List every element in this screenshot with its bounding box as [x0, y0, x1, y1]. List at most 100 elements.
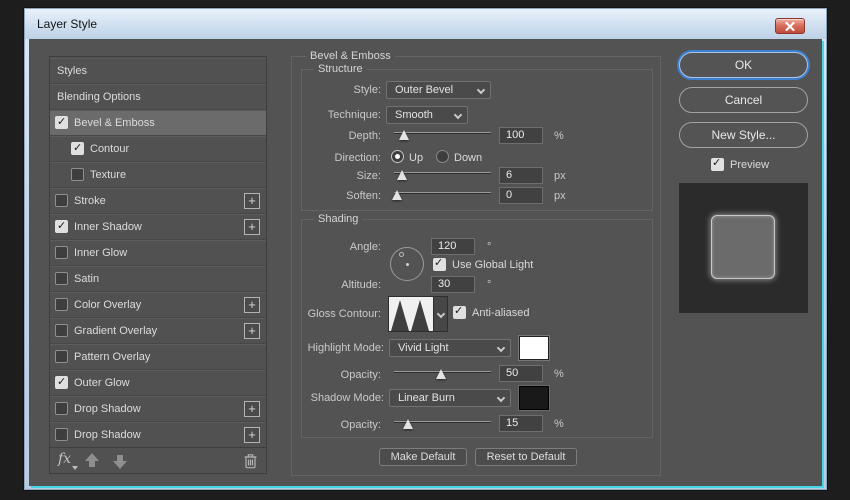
move-effect-down-button[interactable] — [112, 453, 128, 469]
sidebar-item-label: Pattern Overlay — [74, 351, 150, 363]
sidebar-item-texture[interactable]: ✓ Texture — [50, 162, 266, 188]
effect-checkbox[interactable]: ✓ — [55, 194, 68, 207]
sidebar-item-outer-glow[interactable]: ✓ Outer Glow — [50, 370, 266, 396]
angle-label: Angle: — [281, 241, 381, 253]
effect-checkbox[interactable]: ✓ — [55, 350, 68, 363]
sidebar-item-label: Contour — [90, 143, 129, 155]
soften-slider[interactable] — [394, 187, 491, 201]
shadow-color-swatch[interactable] — [519, 386, 549, 410]
gloss-contour-picker[interactable] — [388, 296, 448, 332]
styles-list-toolbar: fx — [50, 447, 266, 473]
highlight-opacity-label: Opacity: — [281, 369, 381, 381]
effect-checkbox[interactable]: ✓ — [55, 272, 68, 285]
sidebar-item-inner-glow[interactable]: ✓Inner Glow — [50, 240, 266, 266]
highlight-opacity-slider[interactable] — [394, 366, 491, 380]
new-style-button[interactable]: New Style... — [679, 122, 808, 148]
technique-label: Technique: — [281, 109, 381, 121]
add-effect-instance-button[interactable]: + — [244, 401, 260, 417]
sidebar-item-color-overlay[interactable]: ✓Color Overlay+ — [50, 292, 266, 318]
sidebar-item-drop-shadow[interactable]: ✓Drop Shadow+ — [50, 396, 266, 422]
sidebar-item-label: Texture — [90, 169, 126, 181]
add-effect-instance-button[interactable]: + — [244, 427, 260, 443]
slider-thumb[interactable] — [436, 369, 446, 379]
direction-up-radio[interactable] — [391, 150, 404, 163]
layer-style-dialog: Layer Style Styles Blending Options ✓ Bevel… — [24, 8, 827, 490]
sidebar-item-inner-shadow[interactable]: ✓Inner Shadow+ — [50, 214, 266, 240]
effect-checkbox[interactable]: ✓ — [55, 324, 68, 337]
sidebar-item-label: Styles — [57, 65, 87, 77]
delete-effect-button[interactable] — [243, 452, 259, 470]
close-button[interactable] — [775, 18, 805, 34]
highlight-opacity-input[interactable]: 50 — [499, 365, 543, 382]
size-slider[interactable] — [394, 167, 491, 181]
shadow-opacity-slider[interactable] — [394, 416, 491, 430]
sidebar-item-bevel-emboss[interactable]: ✓ Bevel & Emboss — [50, 110, 266, 136]
altitude-input[interactable]: 30 — [431, 276, 475, 293]
effect-checkbox[interactable]: ✓ — [71, 142, 84, 155]
move-effect-up-button[interactable] — [84, 453, 100, 469]
shadow-mode-label: Shadow Mode: — [274, 392, 384, 404]
effect-checkbox[interactable]: ✓ — [55, 376, 68, 389]
effect-checkbox[interactable]: ✓ — [55, 428, 68, 441]
sidebar-item-label: Stroke — [74, 195, 106, 207]
soften-input[interactable]: 0 — [499, 187, 543, 204]
sidebar-item-gradient-overlay[interactable]: ✓Gradient Overlay+ — [50, 318, 266, 344]
ok-button[interactable]: OK — [679, 52, 808, 78]
make-default-button[interactable]: Make Default — [379, 448, 467, 466]
sidebar-item-stroke[interactable]: ✓ Stroke + — [50, 188, 266, 214]
altitude-label: Altitude: — [281, 279, 381, 291]
titlebar[interactable]: Layer Style — [25, 9, 826, 39]
slider-thumb[interactable] — [399, 130, 409, 140]
style-dropdown[interactable]: Outer Bevel — [386, 81, 491, 99]
depth-input[interactable]: 100 — [499, 127, 543, 144]
chevron-down-icon — [477, 86, 485, 94]
effect-checkbox[interactable]: ✓ — [55, 402, 68, 415]
contour-dropdown-arrow[interactable] — [433, 297, 447, 331]
preview-label: Preview — [730, 159, 769, 171]
up-arrow-icon — [85, 453, 99, 461]
use-global-light-checkbox[interactable]: ✓ — [433, 258, 446, 271]
slider-thumb[interactable] — [397, 170, 407, 180]
sidebar-item-contour[interactable]: ✓ Contour — [50, 136, 266, 162]
slider-thumb[interactable] — [403, 419, 413, 429]
sidebar-item-satin[interactable]: ✓Satin — [50, 266, 266, 292]
style-label: Style: — [281, 84, 381, 96]
add-effect-instance-button[interactable]: + — [244, 323, 260, 339]
shadow-opacity-input[interactable]: 15 — [499, 415, 543, 432]
effect-checkbox[interactable]: ✓ — [55, 220, 68, 233]
highlight-color-swatch[interactable] — [519, 336, 549, 360]
chevron-down-icon — [437, 310, 445, 318]
size-input[interactable]: 6 — [499, 167, 543, 184]
depth-slider[interactable] — [394, 127, 491, 141]
sidebar-item-drop-shadow[interactable]: ✓Drop Shadow+ — [50, 422, 266, 448]
shadow-mode-dropdown[interactable]: Linear Burn — [389, 389, 511, 407]
slider-thumb[interactable] — [392, 190, 402, 200]
technique-dropdown[interactable]: Smooth — [386, 106, 468, 124]
angle-dial[interactable] — [390, 247, 424, 281]
effect-checkbox[interactable]: ✓ — [71, 168, 84, 181]
sidebar-item-label: Bevel & Emboss — [74, 117, 155, 129]
effect-checkbox[interactable]: ✓ — [55, 116, 68, 129]
cancel-button[interactable]: Cancel — [679, 87, 808, 113]
highlight-mode-dropdown[interactable]: Vivid Light — [389, 339, 511, 357]
add-effect-instance-button[interactable]: + — [244, 297, 260, 313]
add-effect-instance-button[interactable]: + — [244, 193, 260, 209]
soften-label: Soften: — [281, 190, 381, 202]
depth-label: Depth: — [281, 130, 381, 142]
fx-menu-button[interactable]: fx — [58, 451, 71, 467]
add-effect-instance-button[interactable]: + — [244, 219, 260, 235]
sidebar-item-blending-options[interactable]: Blending Options — [50, 84, 266, 110]
anti-aliased-checkbox[interactable]: ✓ — [453, 306, 466, 319]
sidebar-item-styles[interactable]: Styles — [50, 58, 266, 84]
angle-input[interactable]: 120 — [431, 238, 475, 255]
sidebar-item-pattern-overlay[interactable]: ✓ Pattern Overlay — [50, 344, 266, 370]
style-preview — [679, 183, 808, 313]
effect-checkbox[interactable]: ✓ — [55, 246, 68, 259]
size-label: Size: — [281, 170, 381, 182]
reset-to-default-button[interactable]: Reset to Default — [475, 448, 577, 466]
effect-checkbox[interactable]: ✓ — [55, 298, 68, 311]
direction-down-radio[interactable] — [436, 150, 449, 163]
preview-checkbox[interactable]: ✓ — [711, 158, 724, 171]
sidebar-item-label: Outer Glow — [74, 377, 130, 389]
check-icon: ✓ — [57, 219, 66, 232]
